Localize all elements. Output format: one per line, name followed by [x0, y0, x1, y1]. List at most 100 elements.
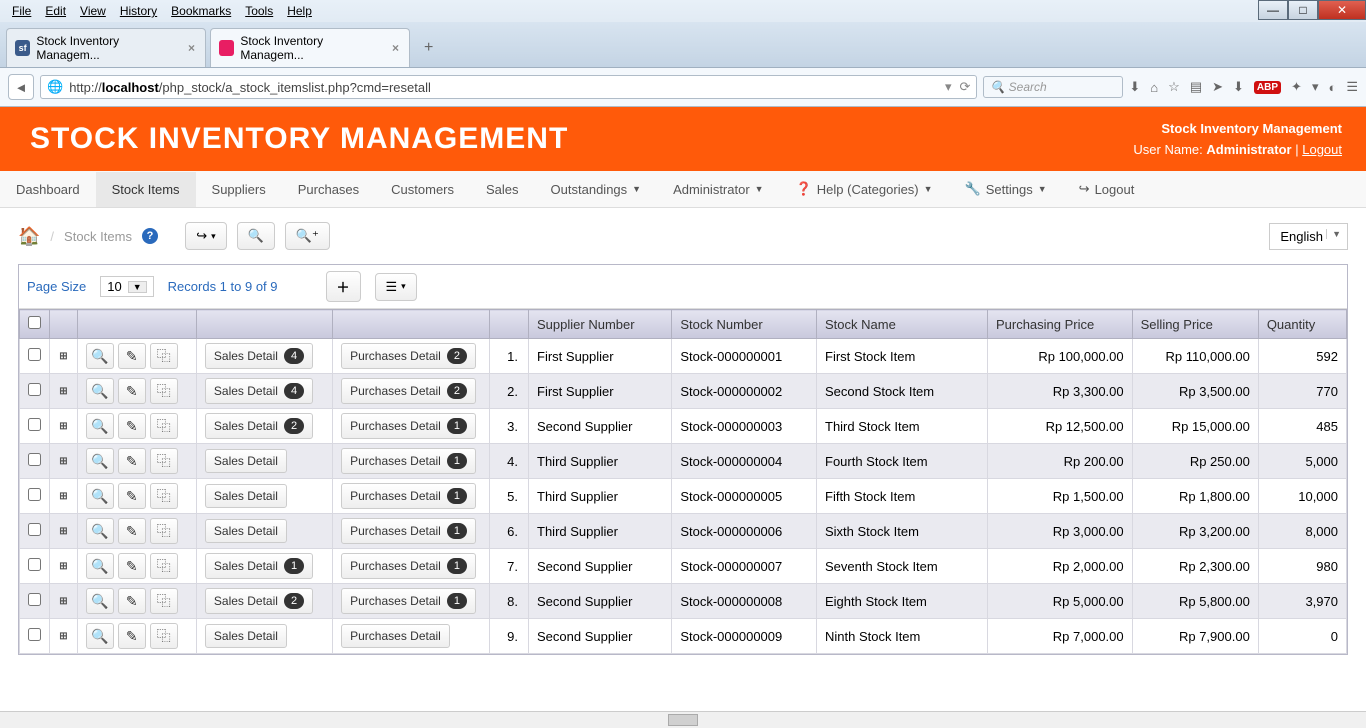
- col-header[interactable]: [196, 310, 332, 339]
- copy-icon[interactable]: ⿻: [150, 378, 178, 404]
- sales-detail-button[interactable]: Sales Detail 2: [205, 413, 313, 439]
- col-header[interactable]: Purchasing Price: [987, 310, 1132, 339]
- home-icon[interactable]: 🏠: [18, 226, 40, 247]
- menu-bookmarks[interactable]: Bookmarks: [165, 2, 237, 20]
- copy-icon[interactable]: ⿻: [150, 343, 178, 369]
- row-checkbox[interactable]: [28, 558, 41, 571]
- col-header[interactable]: Supplier Number: [529, 310, 672, 339]
- col-header[interactable]: Quantity: [1258, 310, 1346, 339]
- copy-icon[interactable]: ⿻: [150, 448, 178, 474]
- list-options-button[interactable]: ☰ ▾: [375, 273, 417, 301]
- view-icon[interactable]: 🔍: [86, 483, 114, 509]
- purchases-detail-button[interactable]: Purchases Detail 2: [341, 343, 476, 369]
- col-header[interactable]: [20, 310, 50, 339]
- edit-icon[interactable]: ✎: [118, 448, 146, 474]
- row-checkbox[interactable]: [28, 593, 41, 606]
- nav-logout[interactable]: ↪Logout: [1063, 171, 1151, 207]
- select-all-checkbox[interactable]: [28, 316, 41, 329]
- nav-sales[interactable]: Sales: [470, 172, 535, 207]
- row-checkbox[interactable]: [28, 628, 41, 641]
- expand-button[interactable]: ⊞: [50, 374, 78, 409]
- edit-icon[interactable]: ✎: [118, 553, 146, 579]
- copy-icon[interactable]: ⿻: [150, 483, 178, 509]
- addon-icon[interactable]: ✦: [1291, 79, 1302, 95]
- view-icon[interactable]: 🔍: [86, 448, 114, 474]
- nav-administrator[interactable]: Administrator ▼: [657, 172, 780, 207]
- menu-edit[interactable]: Edit: [39, 2, 72, 20]
- sales-detail-button[interactable]: Sales Detail 1: [205, 553, 313, 579]
- expand-button[interactable]: ⊞: [50, 444, 78, 479]
- home-icon[interactable]: ⌂: [1150, 80, 1158, 95]
- browser-tab[interactable]: Stock Inventory Managem... ×: [210, 28, 410, 67]
- expand-button[interactable]: ⊞: [50, 549, 78, 584]
- purchases-detail-button[interactable]: Purchases Detail 2: [341, 378, 476, 404]
- copy-icon[interactable]: ⿻: [150, 413, 178, 439]
- view-icon[interactable]: 🔍: [86, 343, 114, 369]
- horizontal-scrollbar[interactable]: [0, 711, 1366, 728]
- expand-button[interactable]: ⊞: [50, 619, 78, 654]
- row-checkbox[interactable]: [28, 418, 41, 431]
- purchases-detail-button[interactable]: Purchases Detail 1: [341, 413, 476, 439]
- expand-button[interactable]: ⊞: [50, 339, 78, 374]
- col-header[interactable]: Stock Number: [672, 310, 817, 339]
- col-header[interactable]: [77, 310, 196, 339]
- row-checkbox[interactable]: [28, 453, 41, 466]
- url-input[interactable]: 🌐 http://localhost/php_stock/a_stock_ite…: [40, 75, 977, 99]
- new-tab-button[interactable]: +: [414, 35, 443, 61]
- sales-detail-button[interactable]: Sales Detail: [205, 449, 287, 473]
- nav-dashboard[interactable]: Dashboard: [0, 172, 96, 207]
- copy-icon[interactable]: ⿻: [150, 623, 178, 649]
- sales-detail-button[interactable]: Sales Detail: [205, 519, 287, 543]
- search-input[interactable]: 🔍 Search: [983, 76, 1123, 98]
- purchases-detail-button[interactable]: Purchases Detail 1: [341, 518, 476, 544]
- view-icon[interactable]: 🔍: [86, 378, 114, 404]
- search-button[interactable]: 🔍: [237, 222, 275, 250]
- view-icon[interactable]: 🔍: [86, 413, 114, 439]
- purchases-detail-button[interactable]: Purchases Detail 1: [341, 588, 476, 614]
- export-button[interactable]: ↪ ▾: [185, 222, 226, 250]
- back-button[interactable]: ◄: [8, 74, 34, 100]
- expand-button[interactable]: ⊞: [50, 584, 78, 619]
- edit-icon[interactable]: ✎: [118, 518, 146, 544]
- menu-view[interactable]: View: [74, 2, 112, 20]
- menu-history[interactable]: History: [114, 2, 163, 20]
- chevron-down-icon[interactable]: ▾: [1312, 79, 1319, 95]
- view-icon[interactable]: 🔍: [86, 518, 114, 544]
- sync-icon[interactable]: ◐: [1328, 80, 1336, 95]
- view-icon[interactable]: 🔍: [86, 553, 114, 579]
- expand-button[interactable]: ⊞: [50, 514, 78, 549]
- col-header[interactable]: Selling Price: [1132, 310, 1258, 339]
- edit-icon[interactable]: ✎: [118, 623, 146, 649]
- sales-detail-button[interactable]: Sales Detail: [205, 624, 287, 648]
- help-icon[interactable]: ?: [142, 228, 158, 244]
- menu-file[interactable]: File: [6, 2, 37, 20]
- library-icon[interactable]: ▤: [1190, 79, 1202, 95]
- purchases-detail-button[interactable]: Purchases Detail 1: [341, 483, 476, 509]
- nav-customers[interactable]: Customers: [375, 172, 470, 207]
- tab-close-icon[interactable]: ×: [390, 41, 401, 55]
- row-checkbox[interactable]: [28, 383, 41, 396]
- col-header[interactable]: Stock Name: [817, 310, 988, 339]
- view-icon[interactable]: 🔍: [86, 588, 114, 614]
- nav-stock-items[interactable]: Stock Items: [96, 172, 196, 207]
- nav-settings[interactable]: 🔧Settings ▼: [949, 171, 1063, 207]
- zoom-button[interactable]: 🔍⁺: [285, 222, 330, 250]
- browser-tab[interactable]: sfStock Inventory Managem... ×: [6, 28, 206, 67]
- send-icon[interactable]: ➤: [1212, 79, 1223, 95]
- purchases-detail-button[interactable]: Purchases Detail 1: [341, 553, 476, 579]
- view-icon[interactable]: 🔍: [86, 623, 114, 649]
- sales-detail-button[interactable]: Sales Detail 2: [205, 588, 313, 614]
- edit-icon[interactable]: ✎: [118, 413, 146, 439]
- nav-outstandings[interactable]: Outstandings ▼: [535, 172, 658, 207]
- minimize-button[interactable]: —: [1258, 0, 1288, 20]
- sales-detail-button[interactable]: Sales Detail: [205, 484, 287, 508]
- edit-icon[interactable]: ✎: [118, 588, 146, 614]
- purchases-detail-button[interactable]: Purchases Detail: [341, 624, 450, 648]
- edit-icon[interactable]: ✎: [118, 378, 146, 404]
- row-checkbox[interactable]: [28, 348, 41, 361]
- sales-detail-button[interactable]: Sales Detail 4: [205, 378, 313, 404]
- menu-tools[interactable]: Tools: [239, 2, 279, 20]
- download-icon[interactable]: ⬇: [1129, 79, 1140, 95]
- abp-icon[interactable]: ABP: [1254, 81, 1281, 94]
- expand-button[interactable]: ⊞: [50, 409, 78, 444]
